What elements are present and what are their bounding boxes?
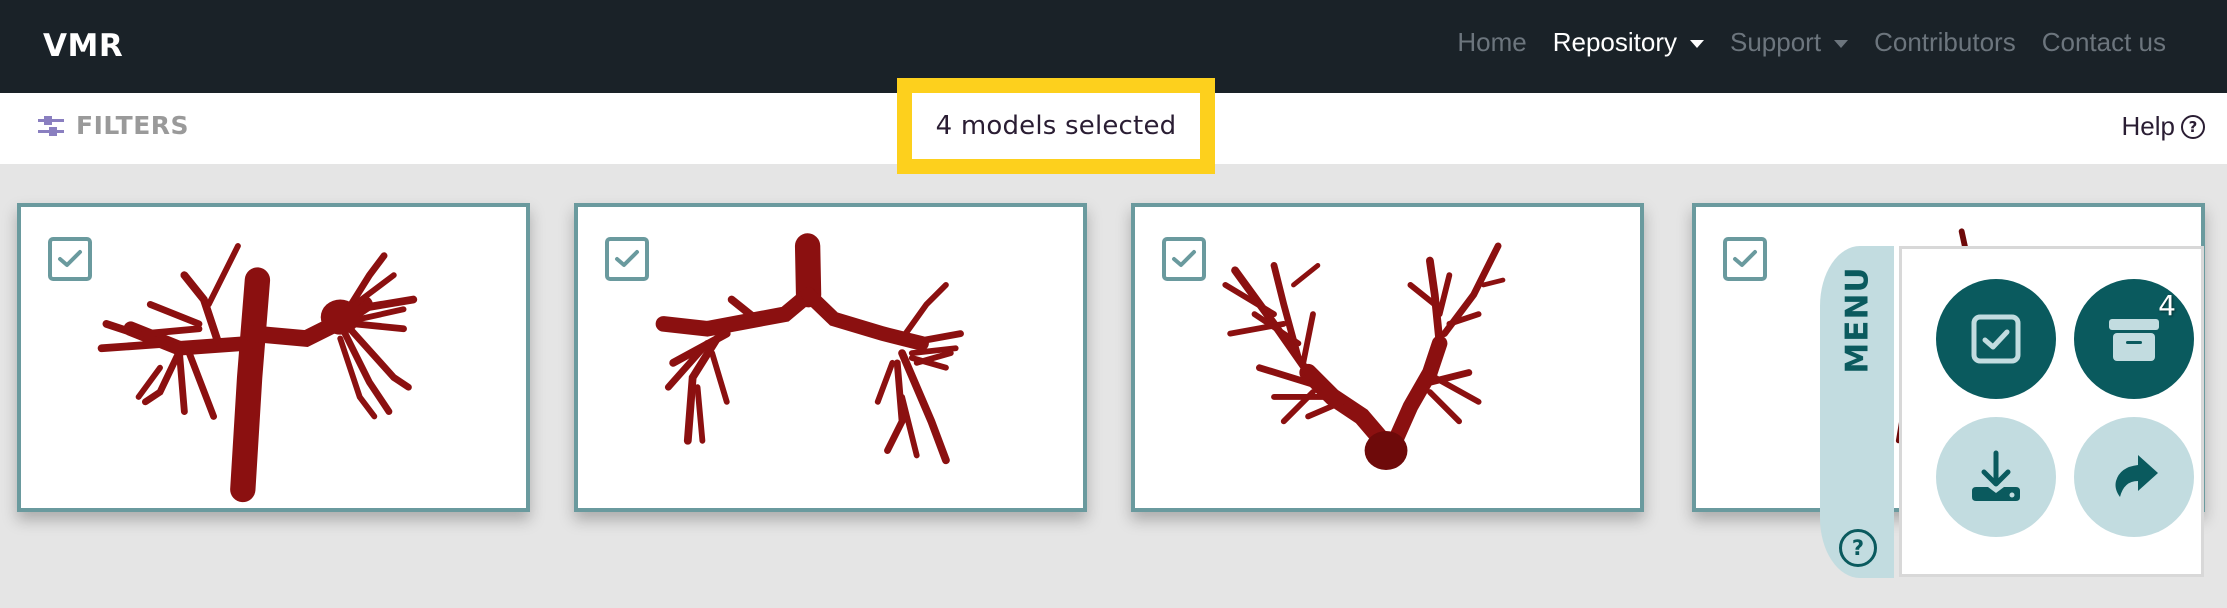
model-thumbnail	[97, 243, 418, 503]
caret-down-icon	[1834, 40, 1849, 48]
filters-label: FILTERS	[76, 111, 190, 140]
selection-status: 4 models selected	[935, 111, 1177, 141]
share-button[interactable]	[2074, 417, 2194, 537]
help-label: Help	[2121, 111, 2175, 141]
question-circle-icon[interactable]: ?	[1839, 529, 1877, 567]
menu-tab-label: MENU	[1840, 266, 1876, 374]
nav-contributors[interactable]: Contributors	[1874, 27, 2016, 58]
model-card[interactable]	[1131, 203, 1644, 512]
download-tray-icon	[1972, 450, 2020, 501]
model-thumbnail	[1222, 242, 1506, 471]
filters-toggle-button[interactable]: FILTERS	[38, 111, 189, 140]
menu-tab[interactable]: MENU ?	[1820, 246, 1894, 578]
nav-home[interactable]: Home	[1457, 27, 1526, 58]
checkmark-icon	[58, 250, 82, 267]
checkmark-icon	[1733, 250, 1757, 267]
model-card[interactable]	[17, 203, 530, 512]
sliders-icon	[38, 115, 64, 136]
selection-status-highlight: 4 models selected	[897, 78, 1215, 174]
model-thumbnail	[655, 233, 964, 465]
nav-home-label: Home	[1457, 27, 1527, 57]
caret-down-icon	[1690, 40, 1704, 48]
selected-models-archive-button[interactable]: 4	[2074, 279, 2194, 399]
main-nav: Home Repository Support Contributors Con…	[1431, 27, 2166, 58]
model-select-checkbox[interactable]	[605, 237, 649, 281]
nav-repository-label: Repository	[1552, 27, 1677, 57]
menu-tab-label-wrap: MENU	[1838, 264, 1878, 376]
checkmark-icon	[1172, 250, 1196, 267]
checkmark-icon	[615, 250, 639, 267]
checkbox-checked-icon	[1971, 314, 2021, 364]
menu-panel: 4	[1899, 246, 2204, 577]
nav-contributors-label: Contributors	[1874, 27, 2016, 57]
selected-count-badge: 4	[2158, 289, 2176, 322]
model-select-checkbox[interactable]	[1723, 237, 1767, 281]
model-select-checkbox[interactable]	[48, 237, 92, 281]
share-arrow-icon	[2115, 455, 2158, 497]
nav-support[interactable]: Support	[1730, 27, 1849, 58]
brand-logo[interactable]: VMR	[43, 28, 123, 64]
nav-repository[interactable]: Repository	[1553, 27, 1704, 58]
download-button[interactable]	[1936, 417, 2056, 537]
model-select-checkbox[interactable]	[1162, 237, 1206, 281]
nav-contact-us[interactable]: Contact us	[2042, 27, 2166, 58]
nav-support-label: Support	[1730, 27, 1822, 57]
nav-contact-label: Contact us	[2041, 27, 2166, 57]
help-button[interactable]: Help ?	[2122, 111, 2205, 142]
question-circle-icon: ?	[2181, 114, 2205, 139]
model-card[interactable]	[574, 203, 1087, 512]
archive-box-icon	[2109, 319, 2159, 361]
select-all-button[interactable]	[1936, 279, 2056, 399]
